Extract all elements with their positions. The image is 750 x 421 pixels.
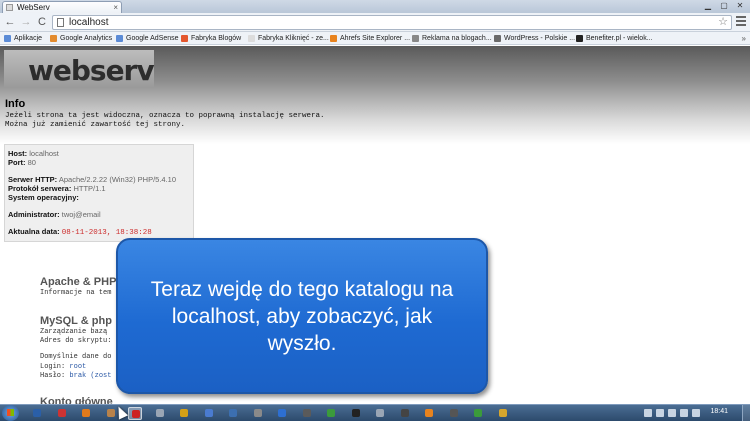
address-bar[interactable]: localhost ☆	[52, 15, 732, 30]
http-server-row: Serwer HTTP: Apache/2.2.22 (Win32) PHP/5…	[8, 175, 177, 184]
bookmark-item[interactable]: Google Analytics	[50, 32, 112, 45]
tab-title: WebServ	[17, 3, 50, 12]
tray-icon[interactable]	[656, 409, 664, 417]
bookmark-item[interactable]: Fabryka Blogów	[181, 32, 241, 45]
maximize-icon[interactable]: ▢	[716, 0, 732, 12]
main-account-heading: Konto główne	[40, 396, 113, 404]
taskbar-app-icon[interactable]	[55, 407, 69, 420]
tab-strip: WebServ × ▁ ▢ ✕	[0, 0, 750, 13]
taskbar-app-icon[interactable]	[30, 407, 44, 420]
page-favicon-icon	[6, 4, 13, 11]
host-row: Host: localhost	[8, 149, 59, 158]
bookmark-item[interactable]: Aplikacje	[4, 32, 42, 45]
bookmarks-bar: Aplikacje Google Analytics Google AdSens…	[0, 32, 750, 45]
password-row: Hasło: brak (zost	[40, 372, 112, 380]
taskbar-app-icon[interactable]	[447, 407, 461, 420]
apache-desc: Informacje na tem	[40, 289, 112, 297]
taskbar-app-icon[interactable]	[202, 407, 216, 420]
taskbar-app-icon[interactable]	[471, 407, 485, 420]
taskbar-app-icon[interactable]	[324, 407, 338, 420]
apps-icon	[4, 35, 11, 42]
info-text: Można już zamienić zawartość tej strony.	[5, 121, 186, 129]
page-icon	[57, 18, 64, 27]
mysql-text: Zarządzanie bazą	[40, 328, 108, 336]
address-url[interactable]: localhost	[69, 16, 108, 29]
close-window-icon[interactable]: ✕	[732, 0, 748, 12]
screen: WebServ × ▁ ▢ ✕ ← → C localhost ☆ Aplika…	[0, 0, 750, 421]
taskbar-app-icon[interactable]	[349, 407, 363, 420]
info-heading: Info	[5, 98, 26, 110]
taskbar: 18:41	[0, 404, 750, 421]
mysql-heading: MySQL & php	[40, 315, 112, 327]
taskbar-app-icon[interactable]	[79, 407, 93, 420]
taskbar-app-icon[interactable]	[251, 407, 265, 420]
bookmark-icon	[50, 35, 57, 42]
bookmark-item[interactable]: Reklama na blogach...	[412, 32, 492, 45]
logo-box: webserv	[4, 50, 155, 88]
start-button[interactable]	[2, 405, 19, 421]
bookmark-item[interactable]: Benefiter.pl - wielok...	[576, 32, 653, 45]
system-tray: 18:41	[640, 405, 750, 421]
taskbar-app-icon[interactable]	[398, 407, 412, 420]
bookmark-icon	[576, 35, 583, 42]
taskbar-app-icon[interactable]	[422, 407, 436, 420]
show-desktop-button[interactable]	[742, 405, 750, 421]
taskbar-app-icon[interactable]	[153, 407, 167, 420]
bookmark-item[interactable]: Fabryka Kliknięć - ze...	[248, 32, 329, 45]
header-band: webserv Info Jeżeli strona ta jest widoc…	[0, 46, 750, 144]
admin-row: Administrator: twoj@email	[8, 210, 101, 219]
mysql-text: Adres do skryptu:	[40, 337, 112, 345]
bookmark-icon	[116, 35, 123, 42]
taskbar-app-icon[interactable]	[128, 407, 142, 420]
bookmark-item[interactable]: Ahrefs Site Explorer ...	[330, 32, 410, 45]
bookmark-icon	[248, 35, 255, 42]
forward-button[interactable]: →	[19, 15, 33, 29]
bookmark-icon	[412, 35, 419, 42]
tray-icon[interactable]	[668, 409, 676, 417]
info-text: Jeżeli strona ta jest widoczna, oznacza …	[5, 112, 325, 120]
tray-icon[interactable]	[680, 409, 688, 417]
clock[interactable]: 18:41	[710, 408, 728, 415]
reload-button[interactable]: C	[35, 15, 49, 29]
taskbar-app-icon[interactable]	[373, 407, 387, 420]
bookmark-item[interactable]: WordPress - Polskie ...	[494, 32, 575, 45]
os-row: System operacyjny:	[8, 193, 79, 202]
bookmark-icon	[330, 35, 337, 42]
browser-toolbar: ← → C localhost ☆	[0, 13, 750, 32]
taskbar-app-icon[interactable]	[300, 407, 314, 420]
tab-close-icon[interactable]: ×	[113, 2, 118, 13]
site-logo: webserv	[28, 54, 155, 87]
mysql-text: Domyślnie dane do	[40, 353, 112, 361]
date-row: Aktualna data: 08-11-2013, 18:38:28	[8, 227, 152, 237]
apache-php-heading: Apache & PHP	[40, 276, 117, 288]
port-row: Port: 80	[8, 158, 36, 167]
bookmark-star-icon[interactable]: ☆	[718, 15, 728, 28]
tray-icon[interactable]	[644, 409, 652, 417]
taskbar-app-icon[interactable]	[226, 407, 240, 420]
taskbar-app-icon[interactable]	[496, 407, 510, 420]
tutorial-callout: Teraz wejdę do tego katalogu na localhos…	[116, 238, 488, 394]
bookmark-item[interactable]: Google AdSense	[116, 32, 179, 45]
tray-icon[interactable]	[692, 409, 700, 417]
window-controls: ▁ ▢ ✕	[700, 0, 748, 13]
menu-icon[interactable]	[736, 16, 746, 28]
bookmark-icon	[494, 35, 501, 42]
taskbar-app-icon[interactable]	[275, 407, 289, 420]
taskbar-app-icon[interactable]	[177, 407, 191, 420]
protocol-row: Protokół serwera: HTTP/1.1	[8, 184, 106, 193]
tab-webserv[interactable]: WebServ ×	[2, 1, 122, 13]
back-button[interactable]: ←	[3, 15, 17, 29]
bookmark-icon	[181, 35, 188, 42]
login-row: Login: root	[40, 363, 87, 371]
server-info-box: Host: localhost Port: 80 Serwer HTTP: Ap…	[4, 144, 194, 242]
callout-text: Teraz wejdę do tego katalogu na localhos…	[150, 277, 454, 355]
minimize-icon[interactable]: ▁	[700, 0, 716, 12]
bookmarks-overflow-icon[interactable]: »	[742, 32, 746, 45]
